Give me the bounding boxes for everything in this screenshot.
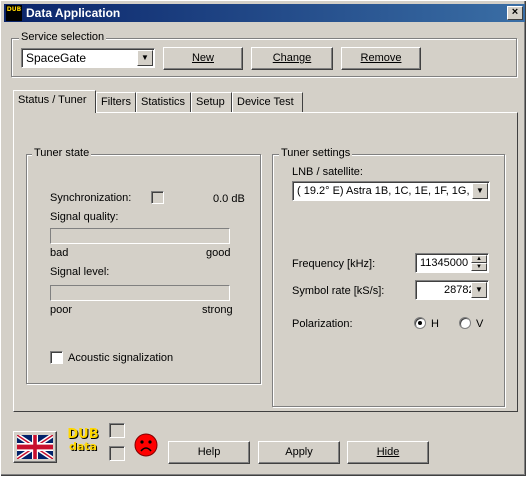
language-button[interactable] — [13, 431, 57, 463]
tab-label: Device Test — [237, 96, 294, 108]
synchronization-indicator — [151, 191, 164, 204]
app-icon: DUB — [6, 5, 22, 21]
close-button[interactable]: × — [507, 6, 523, 20]
tab-setup[interactable]: Setup — [191, 92, 232, 112]
signal-level-label: Signal level: — [50, 266, 110, 278]
polarization-h-radio[interactable] — [414, 317, 426, 329]
apply-button-label: Apply — [285, 446, 313, 458]
chevron-down-icon[interactable]: ▼ — [137, 50, 153, 66]
title-bar[interactable]: DUB Data Application × — [4, 4, 525, 22]
lnb-satellite-label: LNB / satellite: — [292, 166, 363, 178]
symbol-rate-label: Symbol rate [kS/s]: — [292, 285, 385, 297]
change-button-label: Change — [272, 52, 312, 64]
synchronization-label: Synchronization: — [50, 192, 132, 204]
remove-button-label: Remove — [360, 52, 402, 64]
quality-low-label: bad — [50, 247, 69, 259]
tab-statistics[interactable]: Statistics — [136, 92, 191, 112]
tuner-state-label: Tuner state — [32, 147, 92, 159]
remove-button[interactable]: Remove — [341, 47, 421, 70]
spin-up-icon[interactable]: ▲ — [471, 255, 487, 263]
hide-button[interactable]: Hide — [347, 441, 429, 464]
symbol-rate-select[interactable]: 28782 ▼ — [415, 280, 489, 300]
apply-button[interactable]: Apply — [258, 441, 340, 464]
service-select[interactable]: SpaceGate ▼ — [21, 48, 155, 68]
help-button[interactable]: Help — [168, 441, 250, 464]
new-button-label: New — [191, 52, 214, 64]
acoustic-signalization-checkbox[interactable] — [50, 351, 63, 364]
app-window: DUB Data Application × Service selection… — [0, 0, 527, 477]
polarization-v-radio[interactable] — [459, 317, 471, 329]
polarization-v-label[interactable]: V — [476, 318, 483, 330]
lnb-satellite-value: ( 19.2° E) Astra 1B, 1C, 1E, 1F, 1G, 1 — [297, 185, 473, 197]
tab-label: Filters — [101, 96, 131, 108]
signal-level-bar — [50, 285, 230, 301]
uk-flag-icon — [16, 432, 54, 462]
service-selection-label: Service selection — [19, 31, 107, 43]
level-high-label: strong — [202, 304, 233, 316]
chevron-down-icon[interactable]: ▼ — [472, 183, 488, 199]
indicator-bottom — [109, 446, 125, 461]
logo-bottom-text: data — [69, 440, 97, 453]
frequency-input[interactable]: 11345000 ▲ ▼ — [415, 253, 489, 273]
signal-quality-bar — [50, 228, 230, 244]
acoustic-signalization-label[interactable]: Acoustic signalization — [68, 352, 173, 364]
symbol-rate-value: 28782 — [444, 284, 475, 296]
frequency-label: Frequency [kHz]: — [292, 258, 376, 270]
tab-label: Setup — [196, 96, 225, 108]
hide-button-label: Hide — [376, 446, 400, 458]
dub-data-logo: DUB data — [66, 428, 100, 459]
change-button[interactable]: Change — [251, 47, 333, 70]
radio-selected-dot — [418, 321, 422, 325]
tab-filters[interactable]: Filters — [96, 92, 136, 112]
level-low-label: poor — [50, 304, 73, 316]
service-selected-value: SpaceGate — [26, 51, 87, 65]
indicator-top — [109, 423, 125, 438]
polarization-h-label[interactable]: H — [431, 318, 439, 330]
tab-status-tuner[interactable]: Status / Tuner — [13, 90, 96, 113]
spin-down-icon[interactable]: ▼ — [471, 263, 487, 271]
new-button[interactable]: New — [163, 47, 243, 70]
chevron-down-icon[interactable]: ▼ — [471, 282, 487, 298]
tab-device-test[interactable]: Device Test — [232, 92, 303, 112]
tab-label: Status / Tuner — [18, 94, 87, 106]
synchronization-value: 0.0 dB — [213, 193, 245, 205]
quality-high-label: good — [206, 247, 231, 259]
frequency-value: 11345000 — [420, 257, 469, 269]
signal-quality-label: Signal quality: — [50, 211, 119, 223]
polarization-label: Polarization: — [292, 318, 353, 330]
tab-label: Statistics — [141, 96, 186, 108]
sad-face-icon — [134, 433, 158, 457]
help-button-label: Help — [197, 446, 221, 458]
lnb-satellite-select[interactable]: ( 19.2° E) Astra 1B, 1C, 1E, 1F, 1G, 1 ▼ — [292, 181, 490, 201]
window-title: Data Application — [26, 6, 121, 20]
tuner-settings-label: Tuner settings — [279, 147, 353, 159]
